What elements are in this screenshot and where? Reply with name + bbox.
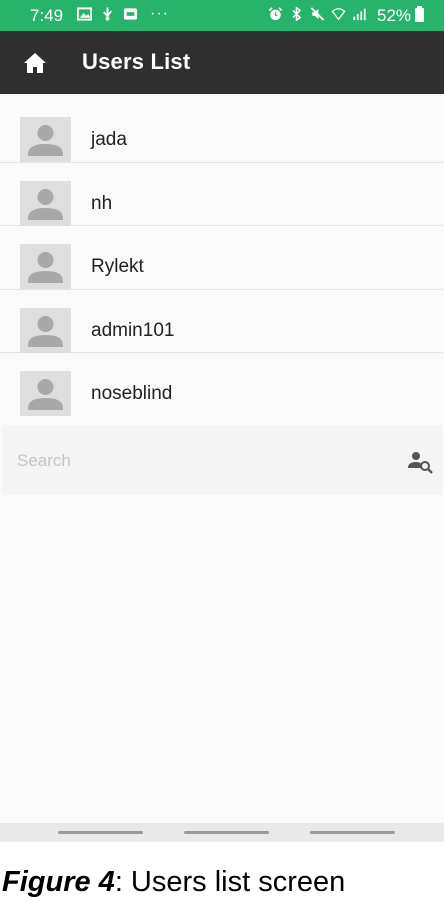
signal-icon (353, 8, 366, 21)
list-item[interactable]: jada (0, 99, 444, 163)
user-name: nh (91, 192, 113, 214)
image-icon (77, 7, 92, 21)
page-title: Users List (82, 49, 191, 74)
search-input[interactable] (17, 447, 377, 475)
usb-icon (103, 7, 112, 21)
wifi-icon (331, 8, 346, 21)
phone-screen: 7:49 ··· 52% Users List jada nh Rylekt a… (0, 0, 444, 842)
back-nav-button[interactable] (58, 831, 143, 834)
list-item[interactable]: admin101 (0, 290, 444, 353)
figure-caption: Figure 4: Users list screen (2, 866, 345, 899)
person-icon (28, 315, 63, 347)
avatar (20, 307, 71, 353)
bluetooth-icon (292, 7, 302, 21)
search-bar (2, 425, 442, 495)
avatar (20, 117, 71, 162)
status-bar: 7:49 ··· 52% (0, 0, 444, 31)
app-bar: Users List (0, 31, 444, 94)
caption-text: : Users list screen (114, 866, 346, 898)
user-name: admin101 (91, 319, 175, 341)
list-item[interactable]: nh (0, 163, 444, 226)
list-item[interactable]: Rylekt (0, 226, 444, 290)
status-time: 7:49 (30, 6, 64, 25)
status-left-icons (77, 7, 138, 21)
app-icon (123, 8, 138, 20)
list-item[interactable]: noseblind (0, 353, 444, 417)
mute-icon (310, 7, 325, 21)
alarm-icon (268, 7, 283, 21)
person-icon (28, 125, 63, 156)
system-nav-bar (0, 823, 444, 842)
user-name: Rylekt (91, 256, 144, 277)
recents-nav-button[interactable] (310, 831, 395, 834)
home-nav-button[interactable] (184, 831, 269, 834)
user-name: jada (91, 129, 127, 150)
avatar (20, 371, 71, 416)
user-name: noseblind (91, 383, 173, 404)
avatar (20, 180, 71, 226)
user-search-icon[interactable] (406, 450, 434, 474)
status-right-icons (268, 7, 367, 21)
person-icon (28, 379, 63, 410)
user-list: jada nh Rylekt admin101 noseblind (0, 99, 444, 417)
more-notifications-icon: ··· (150, 5, 169, 22)
battery-icon (415, 6, 424, 22)
figure-label: Figure 4 (2, 866, 115, 898)
person-icon (28, 188, 63, 220)
home-icon (24, 53, 46, 73)
person-icon (28, 252, 63, 283)
avatar (20, 244, 71, 289)
battery-percentage: 52% (377, 6, 412, 25)
home-button[interactable] (20, 49, 50, 77)
